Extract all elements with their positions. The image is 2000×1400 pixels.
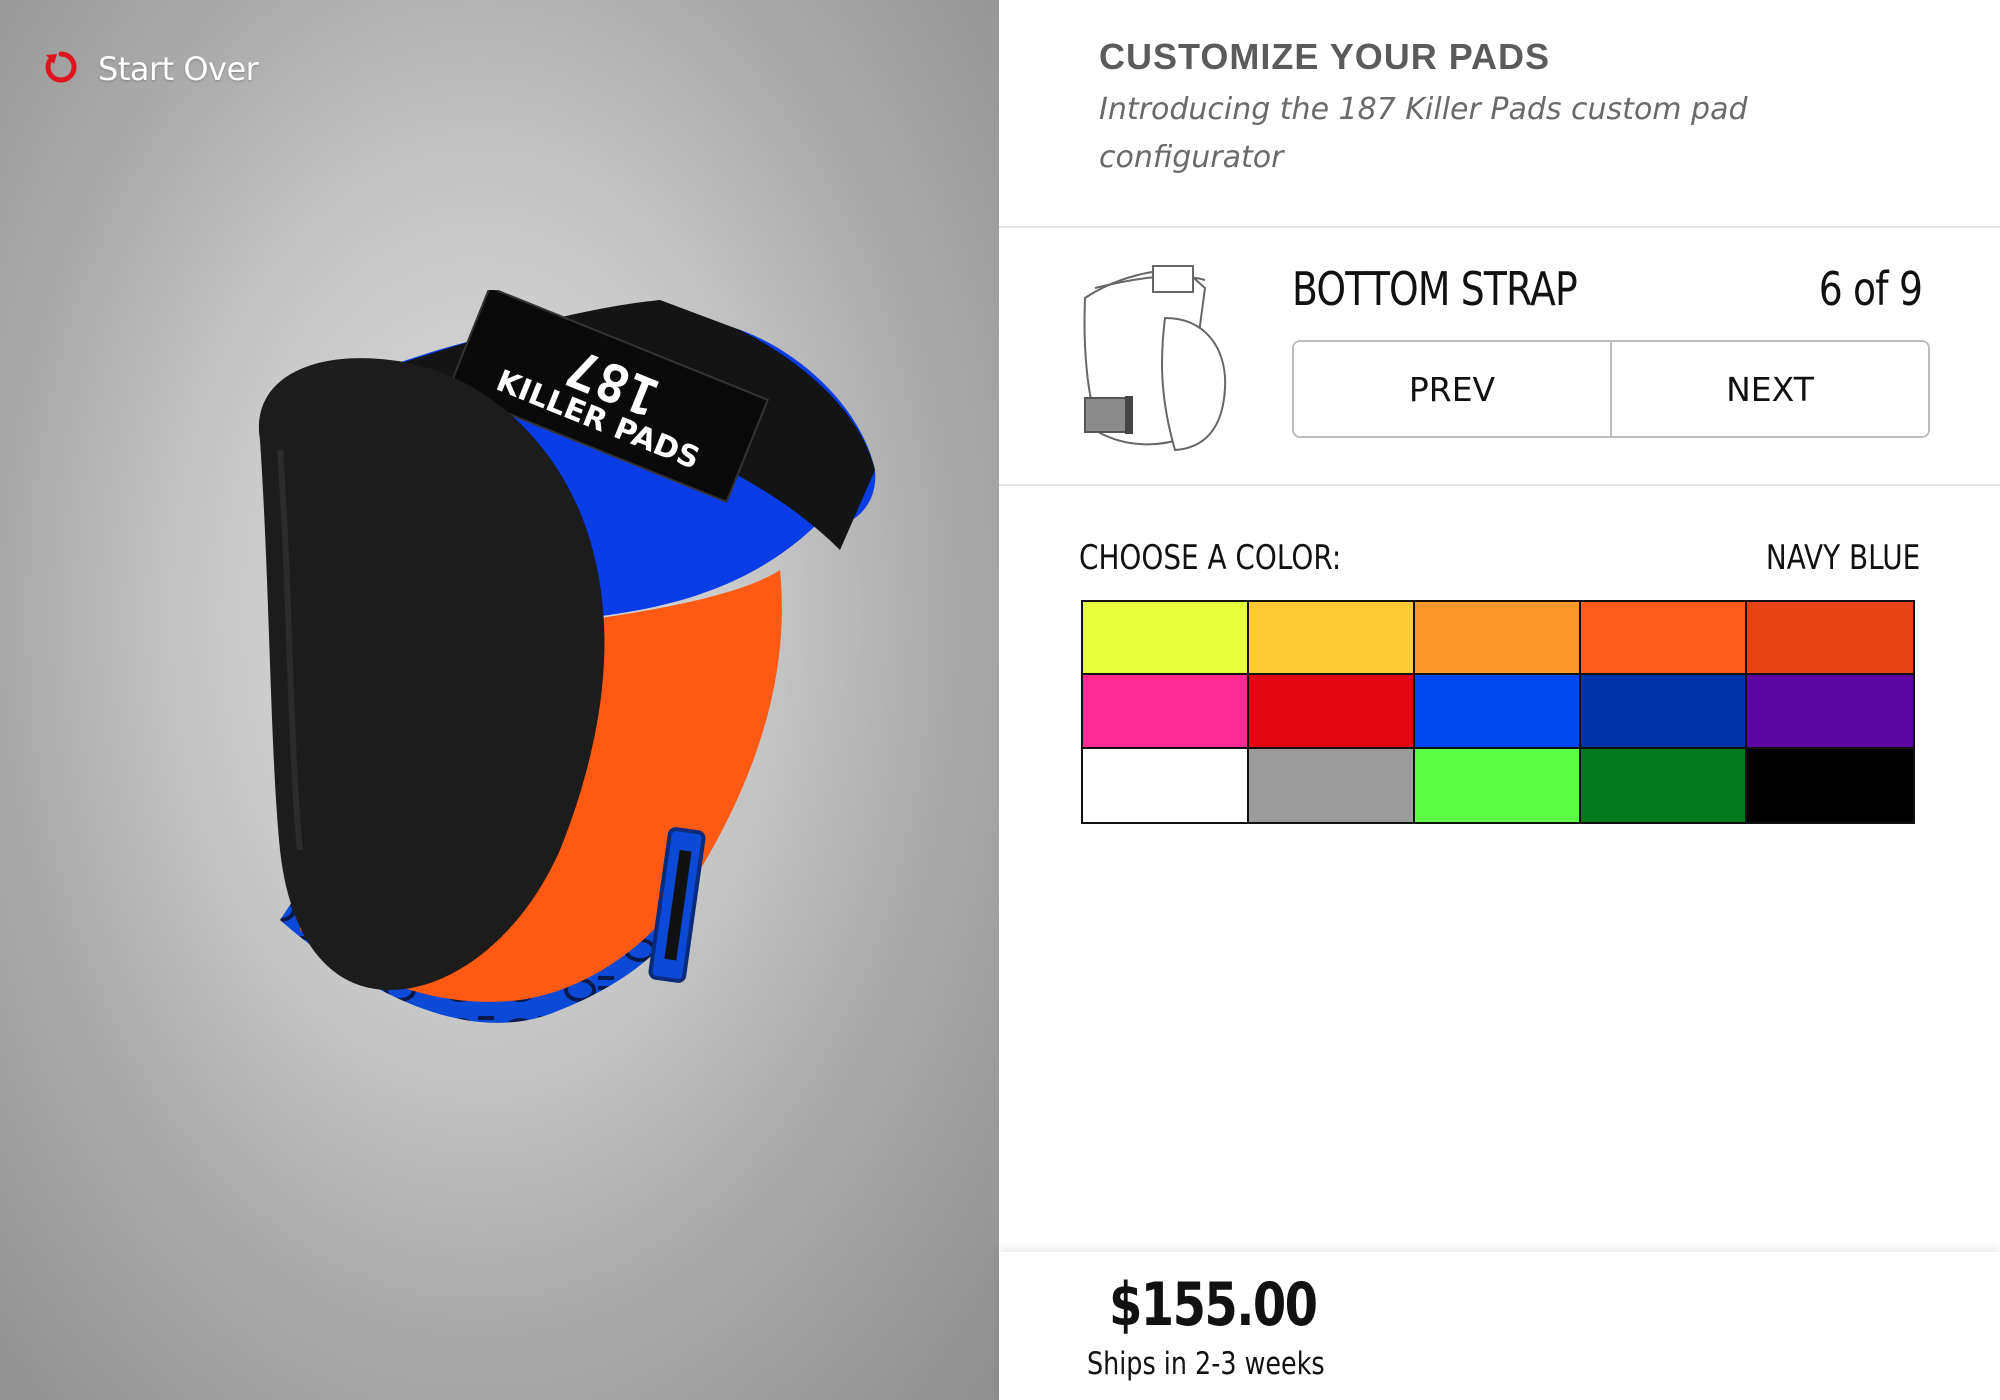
color-swatch[interactable] <box>1747 675 1913 749</box>
restart-icon <box>44 50 78 88</box>
selected-color-name: NAVY BLUE <box>1765 538 1920 578</box>
color-swatch[interactable] <box>1415 748 1581 822</box>
color-swatch[interactable] <box>1083 675 1249 749</box>
color-swatch[interactable] <box>1083 748 1249 822</box>
shipping-info: Ships in 2-3 weeks <box>1087 1346 1325 1382</box>
color-swatch[interactable] <box>1581 602 1747 676</box>
configurator-panel: CUSTOMIZE YOUR PADS Introducing the 187 … <box>999 0 2000 1400</box>
price: $155.00 <box>1109 1270 1318 1340</box>
step-navigation: PREV NEXT <box>1292 340 1930 438</box>
start-over-label: Start Over <box>98 50 259 88</box>
configurator-header: CUSTOMIZE YOUR PADS Introducing the 187 … <box>1099 36 1959 182</box>
color-swatch-grid <box>1081 600 1915 824</box>
product-preview-panel: Start Over 187 KILLER PADS <box>0 0 999 1400</box>
color-swatch[interactable] <box>1415 675 1581 749</box>
step-counter: 6 of 9 <box>1818 262 1923 316</box>
page-subtitle: Introducing the 187 Killer Pads custom p… <box>1099 92 1748 175</box>
color-swatch[interactable] <box>1083 602 1249 676</box>
step-name: BOTTOM STRAP <box>1292 262 1578 316</box>
color-swatch[interactable] <box>1581 675 1747 749</box>
color-swatch[interactable] <box>1249 675 1415 749</box>
color-swatch[interactable] <box>1249 748 1415 822</box>
color-swatch[interactable] <box>1249 602 1415 676</box>
color-swatch[interactable] <box>1581 748 1747 822</box>
step-divider <box>999 484 2000 486</box>
knee-pad-preview-image: 187 KILLER PADS <box>258 290 876 1023</box>
color-swatch[interactable] <box>1747 748 1913 822</box>
start-over-button[interactable]: Start Over <box>44 50 259 88</box>
header-divider <box>999 226 2000 228</box>
bottom-strap-thumbnail <box>1083 265 1227 452</box>
page-title: CUSTOMIZE YOUR PADS <box>1099 36 1551 77</box>
choose-color-label: CHOOSE A COLOR: <box>1079 538 1342 578</box>
color-swatch[interactable] <box>1747 602 1913 676</box>
prev-button[interactable]: PREV <box>1294 342 1610 436</box>
price-footer: $155.00 Ships in 2-3 weeks <box>999 1252 2000 1400</box>
pad-configurator-page: Start Over 187 KILLER PADS CUSTOMIZE YOU… <box>0 0 2000 1400</box>
color-swatch[interactable] <box>1415 602 1581 676</box>
next-button[interactable]: NEXT <box>1610 342 1928 436</box>
